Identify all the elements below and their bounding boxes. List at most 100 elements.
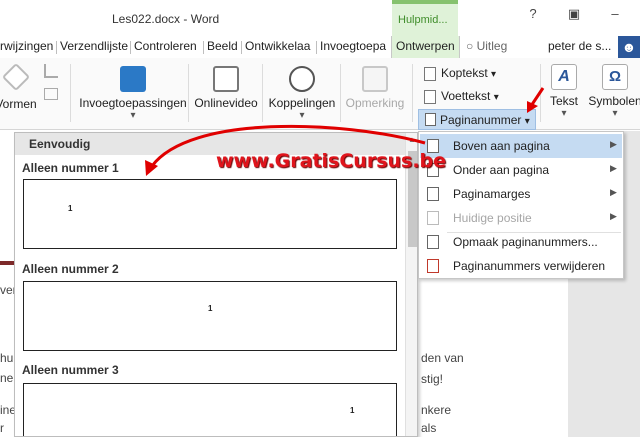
header-icon	[424, 66, 436, 81]
symbols-button[interactable]: Ω Symbolen ▾	[588, 64, 640, 119]
gallery-item-plain-number-3[interactable]: 1	[23, 383, 397, 436]
gallery-page-number: 1	[350, 406, 355, 415]
online-video-button[interactable]: Onlinevideo	[192, 66, 260, 110]
submenu-arrow-icon: ▶	[610, 211, 617, 221]
dropdown-arrow-icon: ▾	[493, 92, 499, 103]
doc-text-line: ne	[0, 371, 14, 385]
links-label: Koppelingen	[268, 96, 336, 110]
footer-button[interactable]: Voettekst ▾	[424, 89, 499, 104]
footer-label: Voettekst	[441, 89, 491, 103]
shapes-label: Vormen	[0, 97, 37, 111]
format-page-numbers-icon	[427, 235, 439, 249]
gallery-item-title: Alleen nummer 1	[22, 161, 119, 175]
watermark: www.GratisCursus.be	[216, 150, 447, 172]
gallery-item-plain-number-2[interactable]: 1	[23, 281, 397, 351]
page-number-menu: Boven aan pagina ▶ Onder aan pagina ▶ Pa…	[418, 131, 624, 279]
tab-verwijzingen[interactable]: rwijzingen	[0, 39, 53, 53]
menu-item-format-page-numbers[interactable]: Opmaak paginanummers...	[420, 230, 622, 254]
tab-ontwerpen[interactable]: Ontwerpen	[391, 36, 460, 58]
current-position-icon	[427, 211, 439, 225]
text-label: Tekst	[549, 94, 578, 108]
page-margins-icon	[427, 187, 439, 201]
doc-text-line: r	[0, 421, 4, 435]
tab-beeld[interactable]: Beeld	[207, 39, 238, 53]
gallery-item-title: Alleen nummer 3	[22, 363, 119, 377]
shapes-button[interactable]: Vormen	[0, 62, 38, 111]
dropdown-arrow-icon: ▾	[561, 108, 567, 119]
dropdown-arrow-icon: ▾	[491, 69, 497, 80]
page-number-icon	[425, 113, 436, 126]
menu-item-remove-page-numbers[interactable]: Paginanummers verwijderen	[420, 254, 622, 278]
comment-button[interactable]: Opmerking	[344, 66, 406, 110]
context-tab-label: Hulpmid...	[398, 14, 448, 26]
menu-item-top-of-page[interactable]: Boven aan pagina ▶	[420, 134, 622, 158]
gallery-item-title: Alleen nummer 2	[22, 262, 119, 276]
chart-icon	[44, 64, 58, 78]
ribbon-group-separator	[262, 64, 263, 122]
submenu-arrow-icon: ▶	[610, 187, 617, 197]
ribbon-group-separator	[340, 64, 341, 122]
link-icon	[289, 66, 315, 92]
store-icon	[120, 66, 146, 92]
context-tab-header[interactable]: Hulpmid...	[392, 0, 458, 36]
tab-separator	[316, 41, 317, 54]
help-window-icon[interactable]: ?	[522, 6, 544, 24]
user-account[interactable]: peter de s...	[548, 39, 611, 53]
doc-text-line: als	[421, 421, 437, 435]
tab-verzendlijsten[interactable]: Verzendlijste	[60, 39, 128, 53]
dropdown-arrow-icon: ▾	[299, 110, 305, 121]
submenu-arrow-icon: ▶	[610, 163, 617, 173]
tab-separator	[130, 41, 131, 54]
scroll-up-icon[interactable]: ▲	[408, 135, 416, 144]
addins-label: Invoegtoepassingen	[79, 96, 187, 110]
ribbon-group-separator	[540, 64, 541, 122]
addins-button[interactable]: Invoegtoepassingen ▾	[78, 66, 188, 121]
remove-page-numbers-icon	[427, 259, 439, 273]
omega-icon: Ω	[602, 64, 628, 90]
shapes-icon	[1, 62, 31, 92]
tab-controleren[interactable]: Controleren	[134, 39, 197, 53]
header-label: Koptekst	[441, 66, 488, 80]
share-icon[interactable]: ☻	[618, 36, 640, 58]
menu-item-label: Huidige positie	[453, 211, 532, 225]
online-video-label: Onlinevideo	[194, 96, 258, 110]
ribbon-group-separator	[70, 64, 71, 122]
dropdown-arrow-icon: ▾	[612, 108, 618, 119]
links-button[interactable]: Koppelingen ▾	[266, 66, 338, 121]
gallery-item-plain-number-1[interactable]: 1	[23, 179, 397, 249]
menu-item-label: Onder aan pagina	[453, 163, 550, 177]
tell-me-search[interactable]: ○ Uitleg	[466, 39, 507, 53]
menu-item-bottom-of-page[interactable]: Onder aan pagina ▶	[420, 158, 622, 182]
gallery-scrollbar[interactable]: ▲	[405, 133, 417, 436]
comment-label: Opmerking	[345, 96, 405, 110]
lightbulb-icon: ○	[466, 39, 474, 53]
tab-invoegtoepassingen[interactable]: Invoegtoepa	[320, 39, 386, 53]
tab-separator	[241, 41, 242, 54]
gallery-page-number: 1	[208, 304, 213, 313]
tab-ontwikkelaars[interactable]: Ontwikkelaa	[245, 39, 310, 53]
page-number-button[interactable]: Paginanummer ▾	[418, 109, 536, 130]
doc-text-line: stig!	[421, 372, 444, 386]
text-button[interactable]: A Tekst ▾	[546, 64, 582, 119]
footer-icon	[424, 89, 436, 104]
comment-icon	[362, 66, 388, 92]
ribbon-group-separator	[188, 64, 189, 122]
tab-separator	[56, 41, 57, 54]
menu-item-label: Paginanummers verwijderen	[453, 259, 606, 273]
menu-item-label: Paginamarges	[453, 187, 531, 201]
tab-separator	[203, 41, 204, 54]
dropdown-arrow-icon: ▾	[524, 116, 530, 127]
menu-item-label: Opmaak paginanummers...	[453, 235, 598, 249]
title-bar: Les022.docx - Word Hulpmid... ? ▣ –	[0, 0, 640, 36]
ribbon-invoegen: Vormen Invoegtoepassingen ▾ Onlinevideo …	[0, 58, 640, 130]
screenshot-button[interactable]	[40, 88, 62, 100]
menu-item-current-position[interactable]: Huidige positie ▶	[420, 206, 622, 230]
menu-item-page-margins[interactable]: Paginamarges ▶	[420, 182, 622, 206]
doc-text-line: nkere	[421, 403, 452, 417]
gallery-page-number: 1	[68, 204, 73, 213]
minimize-icon[interactable]: –	[604, 6, 626, 24]
menu-item-label: Boven aan pagina	[453, 139, 550, 153]
header-button[interactable]: Koptekst ▾	[424, 66, 496, 81]
chart-button[interactable]	[40, 64, 62, 78]
restore-ribbon-icon[interactable]: ▣	[563, 6, 585, 24]
